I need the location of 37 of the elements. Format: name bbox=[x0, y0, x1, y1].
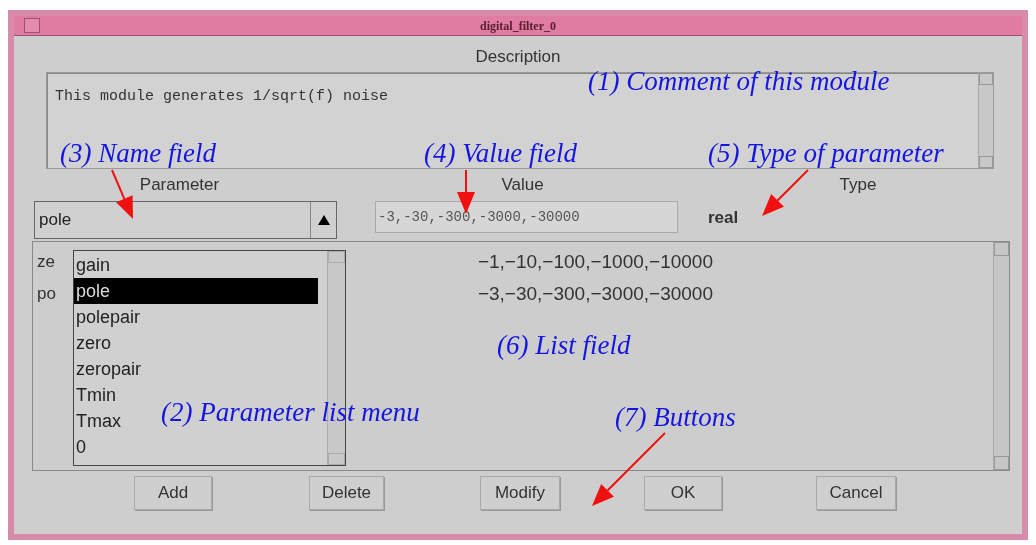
annotation-label: (3) Name field bbox=[60, 140, 216, 167]
description-label: Description bbox=[475, 48, 561, 68]
window-title: digital_filter_0 bbox=[480, 17, 556, 35]
menu-item[interactable]: zero bbox=[74, 330, 113, 356]
dialog-button[interactable]: Add bbox=[134, 476, 212, 510]
list-cell-text: po bbox=[37, 283, 56, 306]
menu-item[interactable]: Tmin bbox=[74, 382, 118, 408]
name-field-value: pole bbox=[39, 209, 72, 232]
menu-item[interactable]: Tmax bbox=[74, 408, 123, 434]
value-field[interactable]: -3,-30,-300,-3000,-30000 bbox=[375, 201, 678, 233]
type-value: real bbox=[708, 207, 739, 229]
annotation-label: (7) Buttons bbox=[615, 404, 736, 431]
dialog-button[interactable]: Cancel bbox=[816, 476, 896, 510]
dialog-button[interactable]: Modify bbox=[480, 476, 560, 510]
column-header: Parameter bbox=[139, 173, 220, 196]
list-cell-text: ze bbox=[37, 251, 55, 274]
annotation-label: (4) Value field bbox=[424, 140, 577, 167]
annotation-arrow bbox=[111, 169, 133, 219]
scrollbar[interactable] bbox=[978, 73, 993, 168]
menu-item[interactable]: gain bbox=[74, 252, 113, 278]
column-header: Type bbox=[839, 173, 877, 196]
list-cell-text: −3,−30,−300,−3000,−30000 bbox=[477, 281, 713, 306]
name-combo-box[interactable]: pole bbox=[34, 201, 337, 239]
annotation-label: (6) List field bbox=[497, 332, 631, 359]
annotation-arrow bbox=[762, 169, 809, 216]
menu-item[interactable]: zeropair bbox=[74, 356, 144, 382]
menu-item[interactable]: pole bbox=[74, 278, 318, 304]
dialog-button[interactable]: OK bbox=[644, 476, 722, 510]
menu-item[interactable]: polepair bbox=[74, 304, 143, 330]
list-cell-text: −1,−10,−100,−1000,−10000 bbox=[477, 249, 713, 274]
scrollbar[interactable] bbox=[993, 242, 1009, 470]
comment-text: This module generates 1/sqrt(f) noise bbox=[55, 88, 389, 105]
annotation-label: (5) Type of parameter bbox=[708, 140, 944, 167]
window-menu-icon[interactable] bbox=[24, 18, 40, 33]
dialog-button[interactable]: Delete bbox=[309, 476, 384, 510]
menu-item[interactable]: 0 bbox=[74, 434, 88, 460]
column-header: Value bbox=[501, 173, 544, 196]
